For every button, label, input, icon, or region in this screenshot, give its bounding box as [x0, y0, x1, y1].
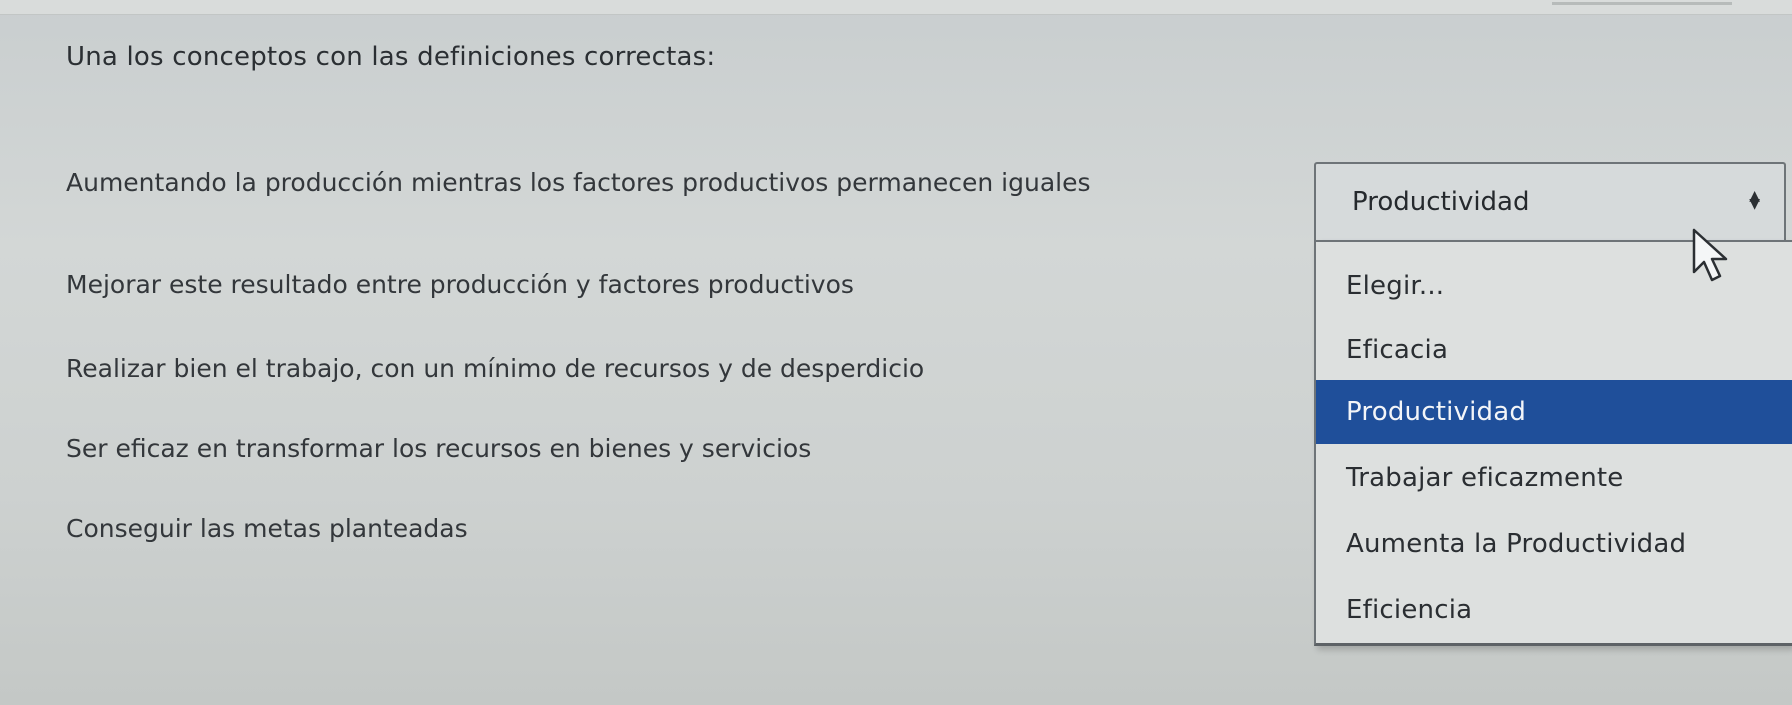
option-eficacia[interactable]: Eficacia — [1316, 318, 1792, 382]
dropdown-options-list[interactable]: Elegir... Eficacia Productividad Trabaja… — [1314, 240, 1792, 646]
option-trabajar-eficazmente[interactable]: Trabajar eficazmente — [1316, 446, 1792, 510]
top-strip — [0, 0, 1792, 15]
question-title: Una los conceptos con las definiciones c… — [66, 42, 716, 72]
row-label-1: Aumentando la producción mientras los fa… — [66, 168, 1091, 197]
row-label-3: Realizar bien el trabajo, con un mínimo … — [66, 354, 925, 383]
row-label-2: Mejorar este resultado entre producción … — [66, 270, 854, 299]
option-eficiencia[interactable]: Eficiencia — [1316, 578, 1792, 642]
up-down-arrows-icon: ▲ ▼ — [1749, 188, 1760, 212]
row-label-5: Conseguir las metas planteadas — [66, 514, 468, 543]
row-label-4: Ser eficaz en transformar los recursos e… — [66, 434, 812, 463]
option-aumenta-productividad[interactable]: Aumenta la Productividad — [1316, 512, 1792, 576]
top-divider-line — [1552, 2, 1732, 5]
select-current-value: Productividad — [1352, 187, 1530, 217]
mouse-cursor-icon — [1692, 228, 1728, 282]
option-productividad[interactable]: Productividad — [1316, 380, 1792, 444]
